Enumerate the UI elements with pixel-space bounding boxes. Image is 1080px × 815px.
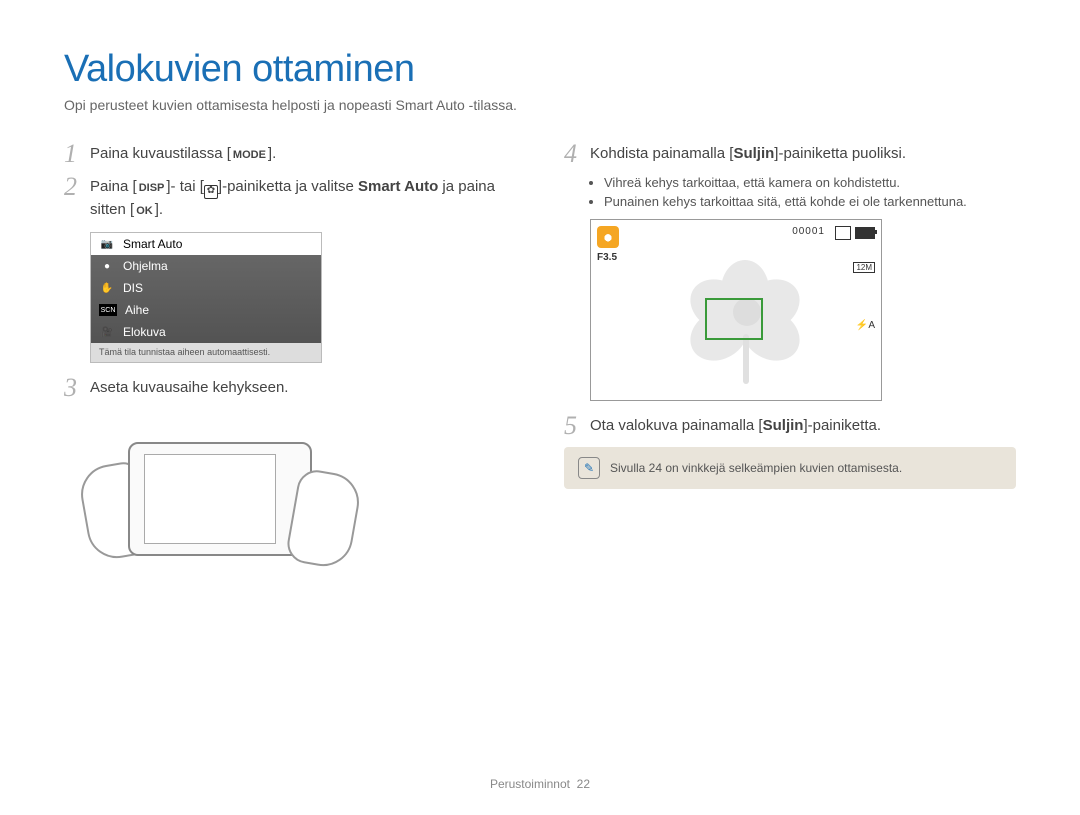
battery-icon xyxy=(855,227,875,239)
sdcard-icon xyxy=(835,226,851,240)
camera-body-icon xyxy=(128,442,312,556)
step4-bullets: Vihreä kehys tarkoittaa, että kamera on … xyxy=(604,175,1016,209)
step-3: 3 Aseta kuvausaihe kehykseen. xyxy=(64,377,516,399)
smart-auto-label: Smart Auto xyxy=(358,178,438,195)
shutter-label: Suljin xyxy=(763,417,804,434)
shutter-label: Suljin xyxy=(733,145,774,162)
shot-counter: 00001 xyxy=(792,226,825,237)
mode-menu-description: Tämä tila tunnistaa aiheen automaattises… xyxy=(91,343,321,362)
step3-text: Aseta kuvausaihe kehykseen. xyxy=(90,377,516,399)
step4-post: ]-painiketta puoliksi. xyxy=(774,145,906,162)
dis-icon: ✋ xyxy=(99,282,115,294)
mode-item-label: Ohjelma xyxy=(123,259,168,273)
mode-menu: 📷 Smart Auto ● Ohjelma ✋ DIS SCN Aihe 🎥 xyxy=(90,232,322,363)
step-number: 5 xyxy=(564,415,590,437)
mode-item-label: Aihe xyxy=(125,303,149,317)
step-number: 1 xyxy=(64,143,90,165)
page-title: Valokuvien ottaminen xyxy=(64,48,1016,91)
lcd-preview: 00001 F3.5 12M ⚡A xyxy=(590,219,882,401)
step-4: 4 Kohdista painamalla [Suljin]-painikett… xyxy=(564,143,1016,165)
footer-section: Perustoiminnot xyxy=(490,777,570,791)
page-subtitle: Opi perusteet kuvien ottamisesta helpost… xyxy=(64,97,1016,113)
mode-item-scene: SCN Aihe xyxy=(91,299,321,321)
step-5: 5 Ota valokuva painamalla [Suljin]-paini… xyxy=(564,415,1016,437)
mode-item-label: DIS xyxy=(123,281,143,295)
step2-mid2: ]-painiketta ja valitse xyxy=(218,178,358,195)
step5-post: ]-painiketta. xyxy=(803,417,881,434)
step-2: 2 Paina [DISP]- tai [✿]-painiketta ja va… xyxy=(64,176,516,222)
bullet-green-frame: Vihreä kehys tarkoittaa, että kamera on … xyxy=(604,175,1016,190)
camera-icon: 📷 xyxy=(99,238,115,250)
mode-item-dis: ✋ DIS xyxy=(91,277,321,299)
step-1: 1 Paina kuvaustilassa [MODE]. xyxy=(64,143,516,166)
macro-mode-icon xyxy=(597,226,619,248)
step1-text-pre: Paina kuvaustilassa [ xyxy=(90,145,231,162)
scn-icon: SCN xyxy=(99,304,117,316)
step-number: 2 xyxy=(64,176,90,198)
step2-pre: Paina [ xyxy=(90,178,137,195)
flash-auto-icon: ⚡A xyxy=(856,320,875,331)
step2-mid1: ]- tai [ xyxy=(166,178,204,195)
movie-icon: 🎥 xyxy=(99,326,115,338)
mode-item-smart-auto: 📷 Smart Auto xyxy=(91,233,321,255)
page-footer: Perustoiminnot 22 xyxy=(0,777,1080,791)
mode-item-label: Smart Auto xyxy=(123,237,182,251)
step-number: 4 xyxy=(564,143,590,165)
footer-page-number: 22 xyxy=(577,777,590,791)
bullet-red-frame: Punainen kehys tarkoittaa sitä, että koh… xyxy=(604,194,1016,209)
step4-pre: Kohdista painamalla [ xyxy=(590,145,733,162)
program-icon: ● xyxy=(99,260,115,272)
camera-screen-icon xyxy=(144,454,276,544)
step1-text-post: ]. xyxy=(268,145,276,162)
tip-box: ✎ Sivulla 24 on vinkkejä selkeämpien kuv… xyxy=(564,447,1016,489)
left-column: 1 Paina kuvaustilassa [MODE]. 2 Paina [D… xyxy=(64,143,516,589)
step5-pre: Ota valokuva painamalla [ xyxy=(590,417,763,434)
step-number: 3 xyxy=(64,377,90,399)
note-icon: ✎ xyxy=(578,457,600,479)
mode-button-label: MODE xyxy=(231,144,268,166)
tip-text: Sivulla 24 on vinkkejä selkeämpien kuvie… xyxy=(610,461,902,475)
ok-button-label: OK xyxy=(134,200,155,222)
aperture-value: F3.5 xyxy=(597,252,617,263)
focus-frame xyxy=(705,298,763,340)
resolution-icon: 12M xyxy=(853,262,875,273)
macro-icon: ✿ xyxy=(204,185,218,199)
disp-button-label: DISP xyxy=(137,177,167,199)
mode-item-label: Elokuva xyxy=(123,325,166,339)
mode-item-movie: 🎥 Elokuva xyxy=(91,321,321,343)
mode-item-program: ● Ohjelma xyxy=(91,255,321,277)
camera-hands-illustration xyxy=(90,409,350,589)
right-column: 4 Kohdista painamalla [Suljin]-painikett… xyxy=(564,143,1016,589)
step2-post: ]. xyxy=(155,201,163,218)
